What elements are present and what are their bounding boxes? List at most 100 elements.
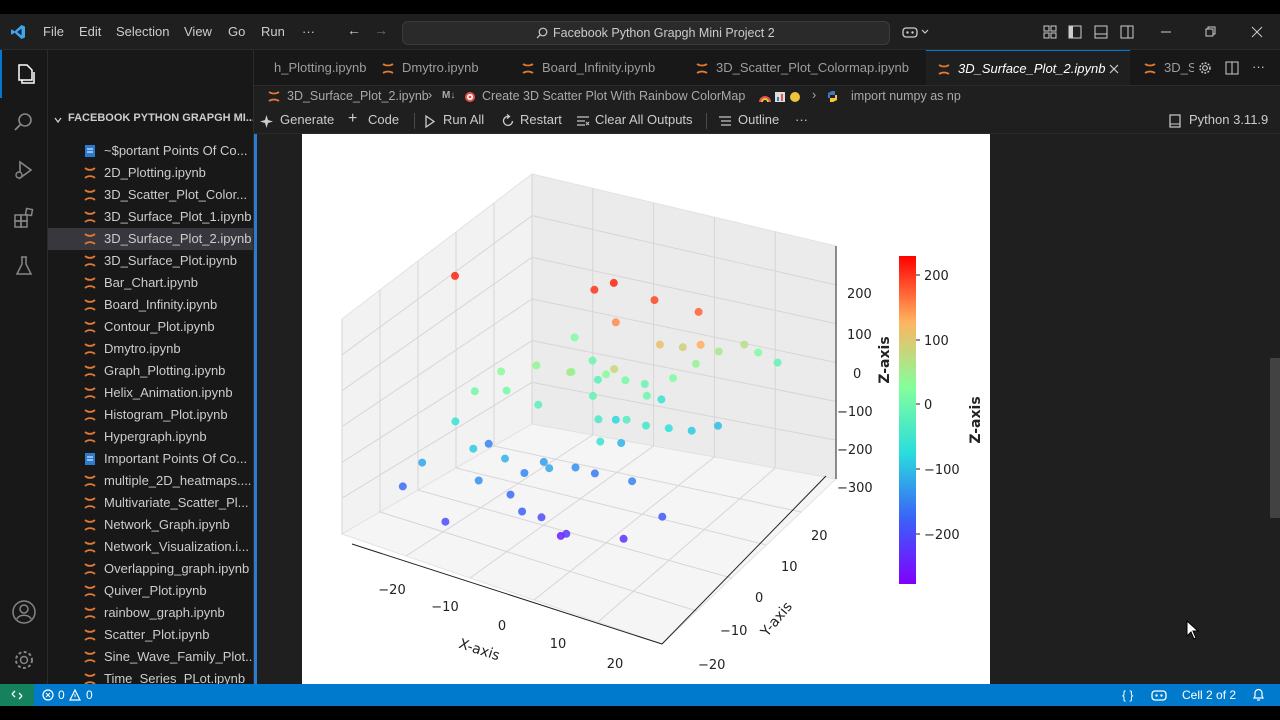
file-item[interactable]: 3D_Surface_Plot_2.ipynb xyxy=(48,228,253,250)
breadcrumb-cell[interactable]: Create 3D Scatter Plot With Rainbow Colo… xyxy=(482,89,745,103)
menu-go[interactable]: Go xyxy=(228,24,245,39)
file-item[interactable]: Contour_Plot.ipynb xyxy=(48,316,253,338)
file-item[interactable]: Dmytro.ipynb xyxy=(48,338,253,360)
copilot-status-icon[interactable] xyxy=(1151,688,1167,702)
scatter-point xyxy=(640,380,649,388)
activity-testing[interactable] xyxy=(0,242,48,290)
scatter-point xyxy=(570,333,579,342)
menu-file[interactable]: File xyxy=(43,24,64,39)
tab-3d-surface-overflow[interactable]: 3D_S xyxy=(1132,50,1197,85)
activity-run-debug[interactable] xyxy=(0,146,48,194)
warning-count[interactable]: 0 xyxy=(86,688,93,702)
kernel-picker[interactable]: Python 3.11.9 xyxy=(1189,112,1268,127)
file-item[interactable]: Quiver_Plot.ipynb xyxy=(48,580,253,602)
file-item[interactable]: 3D_Scatter_Plot_Color... xyxy=(48,184,253,206)
notebook-icon xyxy=(84,321,96,333)
menu-edit[interactable]: Edit xyxy=(79,24,101,39)
file-item[interactable]: Histogram_Plot.ipynb xyxy=(48,404,253,426)
colorbar-tick: −200 xyxy=(924,528,960,543)
file-item[interactable]: ~$portant Points Of Co... xyxy=(48,140,253,162)
file-item[interactable]: Time_Series_PLot.ipynb xyxy=(48,668,253,684)
file-item[interactable]: Scatter_Plot.ipynb xyxy=(48,624,253,646)
file-item[interactable]: multiple_2D_heatmaps.... xyxy=(48,470,253,492)
tab-dmytro[interactable]: Dmytro.ipynb xyxy=(370,50,506,85)
breadcrumb-code[interactable]: import numpy as np xyxy=(851,89,961,103)
file-item[interactable]: 2D_Plotting.ipynb xyxy=(48,162,253,184)
scatter-point xyxy=(642,391,651,400)
editor-scrollbar[interactable] xyxy=(1270,358,1280,518)
file-item[interactable]: Overlapping_graph.ipynb xyxy=(48,558,253,580)
file-item[interactable]: Helix_Animation.ipynb xyxy=(48,382,253,404)
file-name: Multivariate_Scatter_Pl... xyxy=(104,495,249,510)
file-item[interactable]: Network_Graph.ipynb xyxy=(48,514,253,536)
file-item[interactable]: Bar_Chart.ipynb xyxy=(48,272,253,294)
activity-manage[interactable] xyxy=(0,636,48,684)
outline-button[interactable]: Outline xyxy=(738,112,779,127)
menu-view[interactable]: View xyxy=(184,24,212,39)
scatter-point xyxy=(740,340,749,349)
command-center-label: Facebook Python Grapgh Mini Project 2 xyxy=(553,26,775,40)
chevron-down-icon[interactable] xyxy=(54,116,62,124)
command-center-search[interactable]: Facebook Python Grapgh Mini Project 2 xyxy=(402,21,890,45)
clear-all-outputs-button[interactable]: Clear All Outputs xyxy=(595,112,693,127)
activity-search[interactable] xyxy=(0,98,48,146)
menu-more[interactable]: ··· xyxy=(302,24,315,39)
file-item[interactable]: Sine_Wave_Family_Plot.... xyxy=(48,646,253,668)
file-item[interactable]: Hypergraph.ipynb xyxy=(48,426,253,448)
z-tick: −100 xyxy=(837,405,873,420)
gear-icon[interactable] xyxy=(1198,61,1212,75)
scatter-point xyxy=(562,529,571,538)
file-item[interactable]: Network_Visualization.i... xyxy=(48,536,253,558)
back-arrow-icon[interactable]: ← xyxy=(347,22,361,38)
z-ticks: 200 100 0 −100 −200 −300 xyxy=(837,287,873,496)
menu-run[interactable]: Run xyxy=(261,24,285,39)
toggle-primary-sidebar-icon[interactable] xyxy=(1068,25,1082,39)
notebook-icon xyxy=(84,233,96,245)
add-code-button[interactable]: Code xyxy=(368,112,399,127)
scatter-point xyxy=(696,340,705,349)
explorer-folder-title[interactable]: FACEBOOK PYTHON GRAPGH MI... xyxy=(68,112,253,124)
tab-3d-surface-plot-2[interactable]: 3D_Surface_Plot_2.ipynb xyxy=(926,50,1130,85)
file-item[interactable]: Board_Infinity.ipynb xyxy=(48,294,253,316)
error-count[interactable]: 0 xyxy=(58,688,65,702)
file-item[interactable]: Graph_Plotting.ipynb xyxy=(48,360,253,382)
activity-accounts[interactable] xyxy=(0,588,48,636)
scatter-point xyxy=(617,439,626,447)
mouse-cursor-icon xyxy=(1186,620,1200,640)
toggle-panel-icon[interactable] xyxy=(1094,25,1108,39)
tab-graph-plotting[interactable]: h_Plotting.ipynb xyxy=(254,50,368,85)
breadcrumb-file[interactable]: 3D_Surface_Plot_2.ipynb xyxy=(287,89,429,103)
file-item[interactable]: Multivariate_Scatter_Pl... xyxy=(48,492,253,514)
scatter-point xyxy=(470,387,479,396)
scatter-point xyxy=(593,375,602,384)
run-all-button[interactable]: Run All xyxy=(443,112,484,127)
file-item[interactable]: 3D_Surface_Plot.ipynb xyxy=(48,250,253,272)
restore-icon[interactable] xyxy=(1205,25,1217,39)
tab-board-infinity[interactable]: Board_Infinity.ipynb xyxy=(510,50,680,85)
file-item[interactable]: Important Points Of Co... xyxy=(48,448,253,470)
close-window-icon[interactable] xyxy=(1251,25,1263,39)
generate-button[interactable]: Generate xyxy=(280,112,334,127)
menu-selection[interactable]: Selection xyxy=(116,24,169,39)
activity-extensions[interactable] xyxy=(0,194,48,242)
copilot-icon[interactable] xyxy=(902,25,930,39)
split-editor-icon[interactable] xyxy=(1225,61,1239,75)
activity-explorer[interactable] xyxy=(0,50,48,98)
close-tab-icon[interactable] xyxy=(1109,64,1119,74)
more-actions-icon[interactable]: ··· xyxy=(1252,59,1265,74)
toggle-secondary-sidebar-icon[interactable] xyxy=(1120,25,1134,39)
minimize-icon[interactable] xyxy=(1160,25,1172,39)
file-item[interactable]: 3D_Surface_Plot_1.ipynb xyxy=(48,206,253,228)
file-name: Graph_Plotting.ipynb xyxy=(104,363,226,378)
braces-icon[interactable]: { } xyxy=(1122,688,1133,702)
bell-icon[interactable] xyxy=(1252,688,1265,702)
restart-button[interactable]: Restart xyxy=(520,112,562,127)
remote-indicator[interactable] xyxy=(0,684,34,706)
file-item[interactable]: rainbow_graph.ipynb xyxy=(48,602,253,624)
file-name: Network_Visualization.i... xyxy=(104,539,249,554)
cell-indicator[interactable]: Cell 2 of 2 xyxy=(1182,688,1236,702)
toolbar-more-icon[interactable]: ··· xyxy=(795,112,808,127)
customize-layout-icon[interactable] xyxy=(1043,25,1057,39)
forward-arrow-icon[interactable]: → xyxy=(374,22,388,38)
tab-3d-scatter-colormap[interactable]: 3D_Scatter_Plot_Colormap.ipynb xyxy=(684,50,924,85)
